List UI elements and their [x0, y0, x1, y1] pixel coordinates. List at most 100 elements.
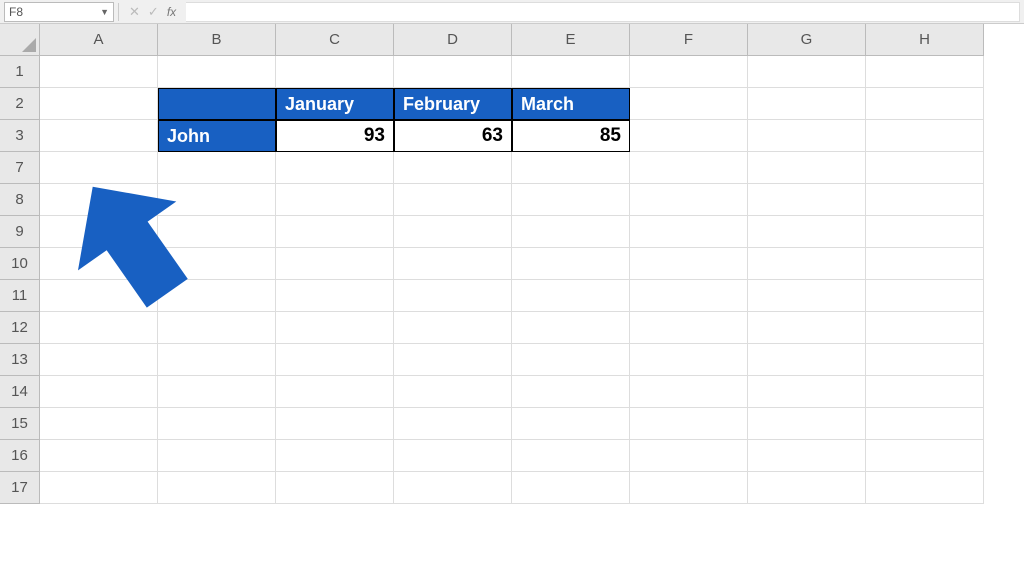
cell[interactable] [276, 248, 394, 280]
cell[interactable] [748, 216, 866, 248]
cell[interactable] [748, 120, 866, 152]
cell[interactable] [394, 408, 512, 440]
formula-input[interactable] [186, 2, 1020, 22]
cell[interactable] [630, 344, 748, 376]
cell[interactable] [748, 472, 866, 504]
spreadsheet-grid[interactable]: A B C D E F G H 1 2 January February Mar… [0, 24, 1024, 504]
cell[interactable] [748, 280, 866, 312]
table-cell-feb[interactable]: 63 [394, 120, 512, 152]
table-header-march[interactable]: March [512, 88, 630, 120]
row-header[interactable]: 7 [0, 152, 40, 184]
table-header-blank[interactable] [158, 88, 276, 120]
table-row-name[interactable]: John [158, 120, 276, 152]
cell[interactable] [40, 120, 158, 152]
cell[interactable] [866, 344, 984, 376]
cell[interactable] [40, 312, 158, 344]
table-header-february[interactable]: February [394, 88, 512, 120]
cell[interactable] [748, 248, 866, 280]
cell[interactable] [276, 376, 394, 408]
cell[interactable] [394, 312, 512, 344]
cell[interactable] [276, 152, 394, 184]
cell[interactable] [512, 312, 630, 344]
cell[interactable] [512, 248, 630, 280]
row-header[interactable]: 15 [0, 408, 40, 440]
col-header-h[interactable]: H [866, 24, 984, 56]
cell[interactable] [748, 88, 866, 120]
cell[interactable] [866, 248, 984, 280]
cell[interactable] [630, 248, 748, 280]
cell[interactable] [40, 376, 158, 408]
cell[interactable] [866, 408, 984, 440]
col-header-e[interactable]: E [512, 24, 630, 56]
cell[interactable] [748, 184, 866, 216]
cell[interactable] [40, 408, 158, 440]
cell[interactable] [630, 88, 748, 120]
cell[interactable] [394, 344, 512, 376]
cell[interactable] [394, 248, 512, 280]
cell[interactable] [40, 280, 158, 312]
cell[interactable] [276, 280, 394, 312]
select-all-corner[interactable] [0, 24, 40, 56]
cell[interactable] [158, 280, 276, 312]
cell[interactable] [866, 312, 984, 344]
row-header[interactable]: 12 [0, 312, 40, 344]
cell[interactable] [630, 152, 748, 184]
cell[interactable] [40, 472, 158, 504]
row-header[interactable]: 9 [0, 216, 40, 248]
row-header[interactable]: 8 [0, 184, 40, 216]
cell[interactable] [40, 184, 158, 216]
cell[interactable] [630, 184, 748, 216]
row-header[interactable]: 3 [0, 120, 40, 152]
table-header-january[interactable]: January [276, 88, 394, 120]
cell[interactable] [158, 376, 276, 408]
cell[interactable] [276, 440, 394, 472]
cell[interactable] [866, 280, 984, 312]
cell[interactable] [394, 216, 512, 248]
cell[interactable] [276, 344, 394, 376]
row-header[interactable]: 10 [0, 248, 40, 280]
enter-icon[interactable]: ✓ [148, 4, 159, 20]
cell[interactable] [394, 152, 512, 184]
cell[interactable] [394, 440, 512, 472]
cell[interactable] [40, 248, 158, 280]
cell[interactable] [158, 56, 276, 88]
cell[interactable] [512, 216, 630, 248]
cell[interactable] [512, 408, 630, 440]
cell[interactable] [40, 88, 158, 120]
cell[interactable] [748, 440, 866, 472]
col-header-c[interactable]: C [276, 24, 394, 56]
chevron-down-icon[interactable]: ▼ [100, 7, 109, 17]
cancel-icon[interactable]: ✕ [129, 4, 140, 20]
col-header-g[interactable]: G [748, 24, 866, 56]
cell[interactable] [866, 440, 984, 472]
cell[interactable] [158, 408, 276, 440]
cell[interactable] [866, 472, 984, 504]
cell[interactable] [158, 152, 276, 184]
col-header-b[interactable]: B [158, 24, 276, 56]
cell[interactable] [866, 120, 984, 152]
cell[interactable] [748, 312, 866, 344]
cell[interactable] [630, 376, 748, 408]
cell[interactable] [748, 56, 866, 88]
row-header[interactable]: 2 [0, 88, 40, 120]
cell[interactable] [40, 56, 158, 88]
cell[interactable] [40, 440, 158, 472]
cell[interactable] [630, 56, 748, 88]
cell[interactable] [866, 88, 984, 120]
cell[interactable] [158, 216, 276, 248]
fx-icon[interactable]: fx [167, 5, 176, 19]
cell[interactable] [394, 56, 512, 88]
row-header[interactable]: 11 [0, 280, 40, 312]
cell[interactable] [394, 376, 512, 408]
cell[interactable] [512, 56, 630, 88]
cell[interactable] [512, 184, 630, 216]
cell[interactable] [158, 248, 276, 280]
cell[interactable] [630, 408, 748, 440]
cell[interactable] [512, 376, 630, 408]
cell[interactable] [158, 312, 276, 344]
cell[interactable] [748, 376, 866, 408]
cell[interactable] [158, 184, 276, 216]
cell[interactable] [158, 344, 276, 376]
cell[interactable] [394, 184, 512, 216]
cell[interactable] [276, 56, 394, 88]
